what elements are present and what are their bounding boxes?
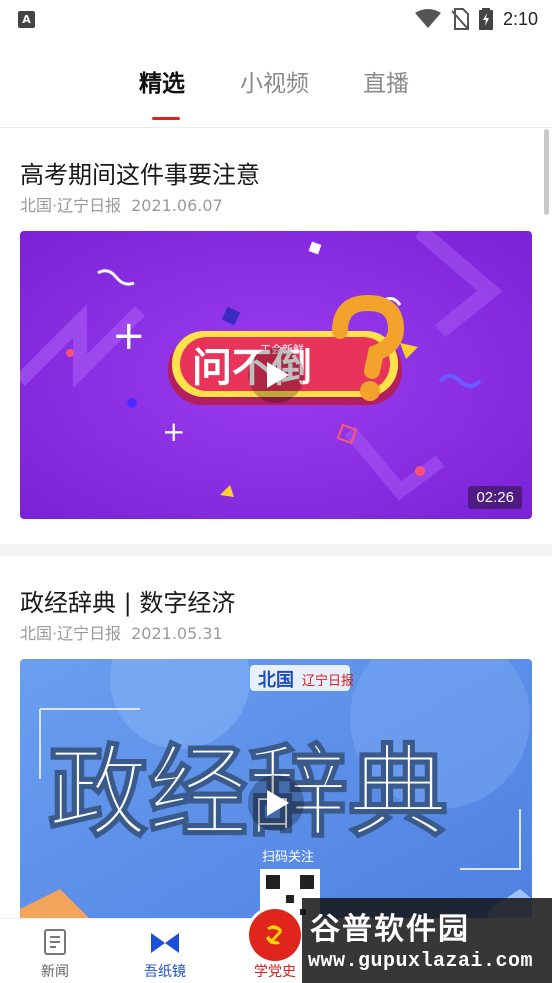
tab-live[interactable]: 直播 [363, 64, 409, 98]
video-feed[interactable]: 高考期间这件事要注意 北国·辽宁日报 2021.06.07 + + 问不倒 工会… [0, 129, 552, 919]
clock: 2:10 [502, 8, 538, 29]
party-emblem-icon [249, 909, 301, 961]
nav-item-paper-mirror[interactable]: 吾纸镜 [110, 919, 220, 983]
nav-label: 吾纸镜 [144, 964, 186, 980]
card-meta: 北国·辽宁日报 2021.05.31 [20, 620, 223, 644]
video-thumbnail[interactable]: + + 问不倒 工会新鲜 02:26 [20, 231, 532, 519]
tab-short-video[interactable]: 小视频 [240, 64, 309, 98]
status-bar: A 2:10 [0, 0, 552, 38]
card-meta: 北国·辽宁日报 2021.06.07 [20, 192, 223, 216]
nav-label: 新闻 [41, 964, 69, 980]
svg-text:辽宁日报: 辽宁日报 [302, 673, 354, 689]
watermark-url: www.gupuxlazai.com [308, 950, 534, 973]
svg-text:+: + [162, 415, 185, 448]
channel-tabs: 精选 小视频 直播 [0, 44, 552, 128]
tab-featured[interactable]: 精选 [139, 64, 185, 98]
card-source: 北国·辽宁日报 [20, 196, 122, 215]
card-separator [0, 544, 552, 556]
notification-app-icon: A [18, 10, 35, 28]
watermark-logo: 谷普软件园 [310, 912, 470, 947]
play-icon [267, 790, 289, 816]
card-date: 2021.05.31 [131, 624, 223, 643]
card-title[interactable]: 高考期间这件事要注意 [20, 155, 260, 190]
card-date: 2021.06.07 [131, 196, 223, 215]
svg-text:+: + [112, 313, 146, 359]
scan-follow-text: 扫码关注 [262, 850, 314, 865]
active-tab-indicator [152, 117, 180, 120]
scrollbar[interactable] [544, 129, 549, 215]
card-source: 北国·辽宁日报 [20, 624, 122, 643]
nav-item-news[interactable]: 新闻 [0, 919, 110, 983]
no-sim-icon [451, 8, 469, 30]
battery-charging-icon [478, 8, 493, 30]
play-button[interactable] [248, 775, 304, 831]
play-icon [267, 362, 289, 388]
video-duration: 02:26 [468, 486, 522, 509]
paper-mirror-icon [151, 933, 179, 953]
site-watermark: 谷普软件园 www.gupuxlazai.com [302, 898, 552, 983]
news-icon [44, 929, 66, 955]
video-thumbnail[interactable]: 北国 辽宁日报 政经辞典 扫码关注 [20, 659, 532, 919]
card-title[interactable]: 政经辞典 | 数字经济 [20, 583, 235, 618]
thumbnail-headline: 政经辞典 [48, 734, 448, 851]
brand-logo-text: 北国 [258, 670, 294, 691]
wifi-icon [414, 9, 441, 28]
play-button[interactable] [248, 347, 304, 403]
